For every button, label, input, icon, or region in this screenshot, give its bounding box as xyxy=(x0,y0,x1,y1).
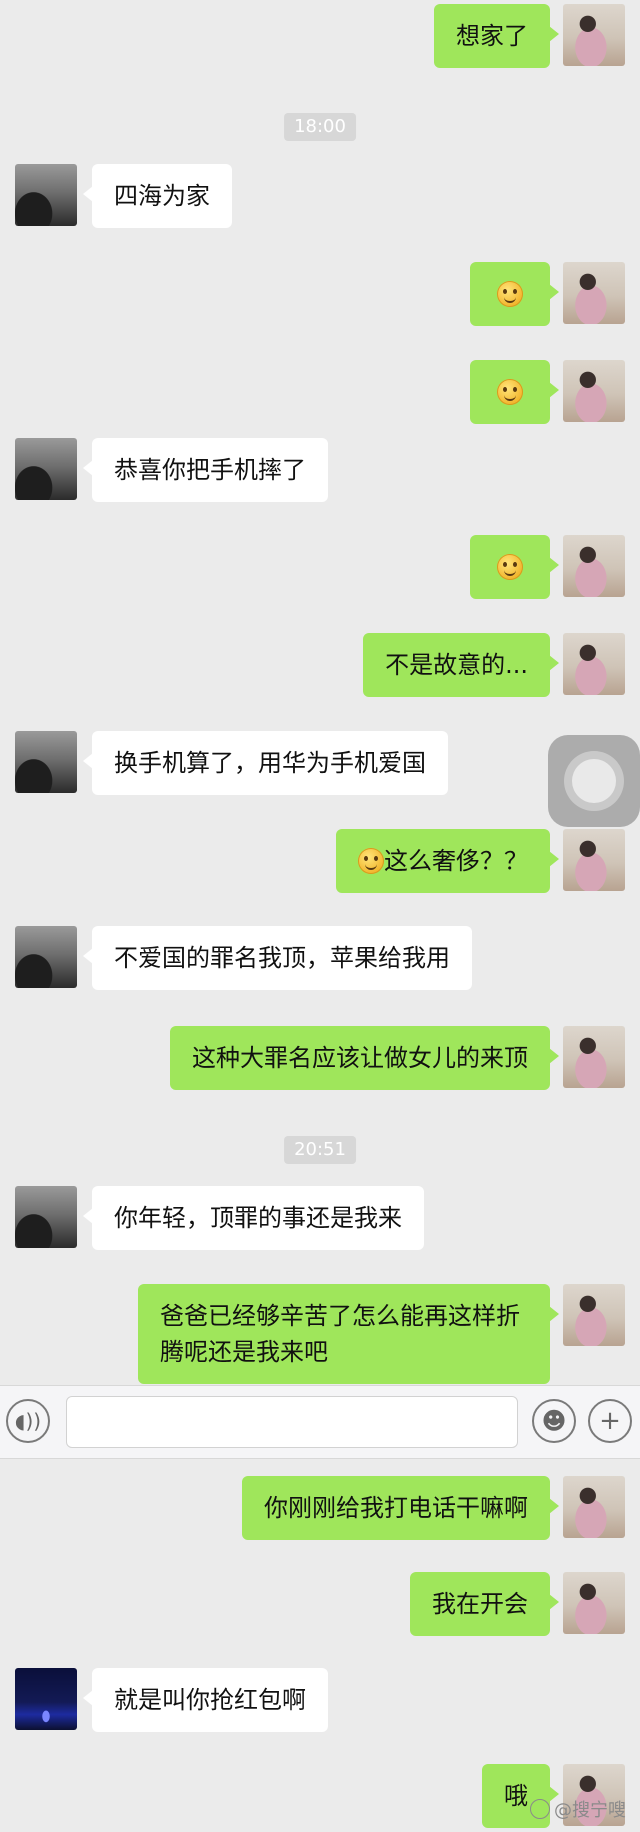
message-bubble[interactable]: 不是故意的... xyxy=(363,633,559,697)
message-bubble[interactable]: 我在开会 xyxy=(410,1572,559,1636)
my-avatar[interactable] xyxy=(563,1026,625,1088)
smiley-emoji-icon xyxy=(497,281,523,307)
my-avatar[interactable] xyxy=(563,1476,625,1538)
smiley-icon[interactable]: ☻ xyxy=(532,1399,576,1443)
contact-avatar[interactable] xyxy=(15,438,77,500)
input-bar: ◖)) ☻ + xyxy=(0,1385,640,1459)
pitiful-emoji-icon xyxy=(497,554,523,580)
message-bubble[interactable]: 你年轻，顶罪的事还是我来 xyxy=(83,1186,424,1250)
timestamp: 18:00 xyxy=(284,113,356,141)
my-avatar[interactable] xyxy=(563,1284,625,1346)
my-avatar[interactable] xyxy=(563,360,625,422)
watermark-text: @搜宁嗖 xyxy=(554,1800,626,1821)
assistive-touch-button[interactable] xyxy=(548,735,640,827)
message-bubble[interactable]: 四海为家 xyxy=(83,164,232,228)
contact-avatar[interactable] xyxy=(15,731,77,793)
emoji-bubble[interactable] xyxy=(470,360,559,424)
my-avatar[interactable] xyxy=(563,535,625,597)
message-bubble[interactable]: 想家了 xyxy=(434,4,559,68)
my-avatar[interactable] xyxy=(563,262,625,324)
message-bubble[interactable]: 不爱国的罪名我顶，苹果给我用 xyxy=(83,926,472,990)
watermark: @搜宁嗖 xyxy=(530,1796,626,1822)
weibo-logo-icon xyxy=(530,1799,550,1819)
shy-emoji-icon xyxy=(497,379,523,405)
contact-avatar[interactable] xyxy=(15,1668,77,1730)
message-bubble[interactable]: 这种大罪名应该让做女儿的来顶 xyxy=(170,1026,559,1090)
message-bubble[interactable]: 爸爸已经够辛苦了怎么能再这样折腾呢还是我来吧 xyxy=(138,1284,559,1384)
message-bubble[interactable]: 恭喜你把手机摔了 xyxy=(83,438,328,502)
my-avatar[interactable] xyxy=(563,1572,625,1634)
my-avatar[interactable] xyxy=(563,633,625,695)
timestamp: 20:51 xyxy=(284,1136,356,1164)
contact-avatar[interactable] xyxy=(15,1186,77,1248)
contact-avatar[interactable] xyxy=(15,926,77,988)
assistive-core-icon xyxy=(572,759,616,803)
emoji-bubble[interactable] xyxy=(470,262,559,326)
my-avatar[interactable] xyxy=(563,4,625,66)
emoji-bubble[interactable] xyxy=(470,535,559,599)
message-bubble[interactable]: 就是叫你抢红包啊 xyxy=(83,1668,328,1732)
message-bubble[interactable]: 你刚刚给我打电话干嘛啊 xyxy=(242,1476,559,1540)
message-input[interactable] xyxy=(66,1396,518,1448)
message-bubble[interactable]: 换手机算了，用华为手机爱国 xyxy=(83,731,448,795)
plus-icon[interactable]: + xyxy=(588,1399,632,1443)
my-avatar[interactable] xyxy=(563,829,625,891)
message-bubble[interactable]: 这么奢侈？？ xyxy=(336,829,559,893)
pitiful-emoji-icon xyxy=(358,848,384,874)
voice-wave-icon[interactable]: ◖)) xyxy=(6,1399,50,1443)
message-text: 这么奢侈？？ xyxy=(384,847,528,875)
contact-avatar[interactable] xyxy=(15,164,77,226)
